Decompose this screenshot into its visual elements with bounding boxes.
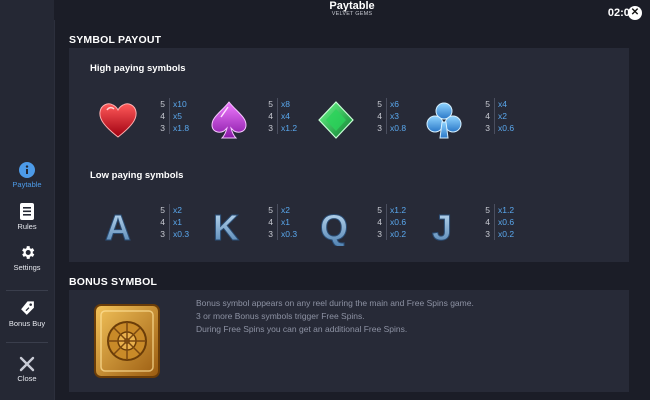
payout-table: 5 x2 4 x1 3 x0.3 [268,204,298,240]
payout-divider [386,204,387,240]
payout-divider [494,98,495,134]
svg-text:A: A [105,207,131,246]
sidebar-divider [6,290,48,291]
svg-text:Q: Q [320,207,348,246]
tag-icon [20,301,34,315]
vault-bonus-icon [94,304,160,378]
svg-text:K: K [213,207,239,246]
document-icon [20,203,34,220]
top-bar: Paytable VELVET GEMS 02:00 [54,0,650,20]
game-name: VELVET GEMS [331,11,373,17]
payout-divider [386,98,387,134]
payout-divider [277,98,278,134]
sidebar-item-bonus-buy[interactable]: Bonus Buy [0,300,54,328]
payout-table: 5 x1.2 4 x0.6 3 x0.2 [485,204,515,240]
gear-icon [21,246,34,259]
section-title-symbol-payout: SYMBOL PAYOUT [69,34,162,46]
info-icon [19,162,35,178]
payout-table: 5 x6 4 x3 3 x0.8 [377,98,407,134]
sidebar-item-rules[interactable]: Rules [0,203,54,231]
letter-k-icon: K [213,207,240,247]
payout-divider [277,204,278,240]
payout-table: 5 x4 4 x2 3 x0.6 [485,98,515,134]
payout-table: 5 x1.2 4 x0.6 3 x0.2 [377,204,407,240]
sidebar-divider [6,342,48,343]
sidebar-item-label: Paytable [12,180,42,189]
payout-table: 5 x2 4 x1 3 x0.3 [160,204,190,240]
close-icon [19,356,35,372]
close-button[interactable]: ✕ [628,6,642,20]
club-gem-icon [426,102,462,139]
sidebar-item-label: Settings [13,263,41,272]
sidebar-item-close[interactable]: Close [0,356,54,383]
payout-divider [169,98,170,134]
letter-j-icon: J [431,207,452,247]
sidebar: Paytable Rules Settings Bonus Buy Close [0,0,55,400]
payout-divider [494,204,495,240]
sidebar-item-paytable[interactable]: Paytable [0,162,54,189]
sidebar-item-label: Close [17,374,37,383]
svg-text:J: J [432,207,452,246]
payout-table: 5 x10 4 x5 3 x1.8 [160,98,190,134]
group-title-high: High paying symbols [90,63,186,74]
payout-table: 5 x8 4 x4 3 x1.2 [268,98,298,134]
letter-a-icon: A [105,207,132,247]
group-title-low: Low paying symbols [90,170,184,181]
sidebar-item-label: Bonus Buy [8,319,46,328]
heart-gem-icon [99,103,137,138]
payout-divider [169,204,170,240]
bonus-description: Bonus symbol appears on any reel during … [196,298,474,334]
section-title-bonus-symbol: BONUS SYMBOL [69,276,158,288]
sidebar-item-settings[interactable]: Settings [0,244,54,272]
letter-q-icon: Q [319,207,348,247]
spade-gem-icon [211,101,247,139]
sidebar-item-label: Rules [17,222,37,231]
diamond-gem-icon [318,101,354,139]
